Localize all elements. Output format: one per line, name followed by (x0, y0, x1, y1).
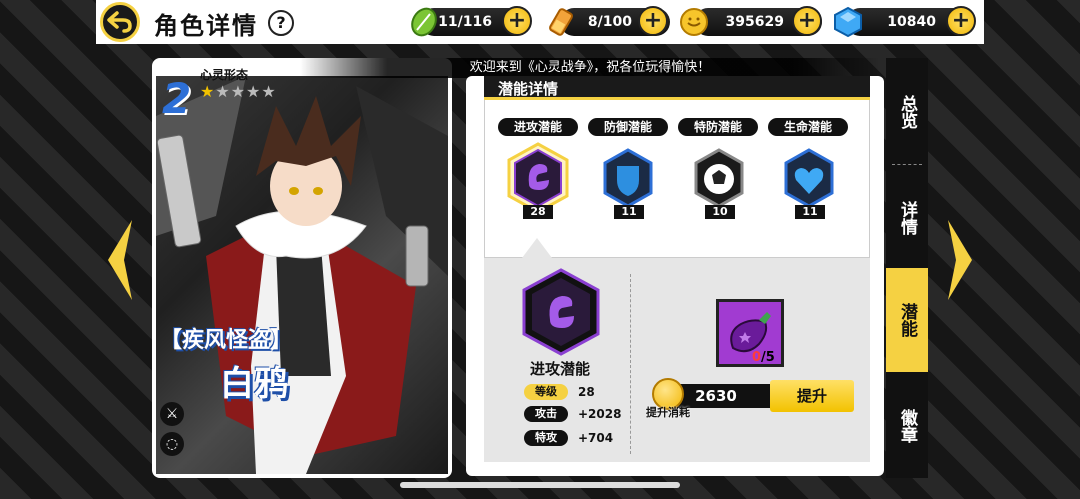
stat-label-level: 等级 (524, 384, 568, 400)
tab-defense-potential[interactable]: 防御潜能 (588, 118, 668, 136)
tab-hp-potential[interactable]: 生命潜能 (768, 118, 848, 136)
form-label: 心灵形态 (200, 68, 249, 82)
diamond-icon (830, 4, 866, 40)
form-stars: ★★★★★ (200, 82, 277, 101)
battery-icon (544, 4, 580, 40)
nav-separator (892, 164, 922, 165)
stamina-value: 11/116 (438, 14, 492, 30)
character-portrait (156, 76, 448, 474)
help-button[interactable]: ? (268, 10, 294, 36)
add-gold-button[interactable]: + (792, 6, 822, 36)
energy-value: 8/100 (587, 14, 632, 30)
sword-icon[interactable]: ⚔ (160, 402, 184, 426)
announcement-marquee: 欢迎来到《心灵战争》，祝各位玩得愉快！ (300, 58, 880, 78)
character-name: 白鸦 (220, 364, 288, 404)
leaf-icon (406, 4, 442, 40)
next-character-arrow-icon[interactable] (946, 220, 976, 300)
nav-overview[interactable]: 总览 (886, 90, 928, 134)
diamond-value: 10840 (887, 14, 936, 30)
swirl-icon[interactable]: ◌ (160, 432, 184, 456)
attack-potential-large-icon (522, 268, 600, 356)
coin-icon (676, 4, 712, 40)
character-star-rank: 2 (162, 74, 192, 123)
detail-divider (630, 274, 631, 454)
cost-label: 提升消耗 (646, 406, 690, 419)
add-diamond-button[interactable]: + (946, 6, 976, 36)
material-need: /5 (761, 350, 775, 365)
home-indicator (400, 482, 680, 488)
material-have: 0 (752, 350, 762, 365)
panel-header: 潜能详情 (484, 76, 870, 100)
add-stamina-button[interactable]: + (502, 6, 532, 36)
tab-attack-potential[interactable]: 进攻潜能 (498, 118, 578, 136)
character-card: 2 心灵形态 ★★★★★ (152, 58, 452, 478)
gold-value: 395629 (725, 14, 784, 30)
page-title: 角色详情 (154, 12, 258, 40)
defense-potential-level: 11 (614, 205, 644, 219)
panel-header-title: 潜能详情 (498, 80, 559, 98)
special-defense-potential-level: 10 (705, 205, 735, 219)
upgrade-button[interactable]: 提升 (770, 380, 854, 412)
character-title: 【疾风怪盗】 (160, 328, 293, 353)
selection-pointer-icon (522, 238, 552, 258)
attack-potential-level: 28 (523, 205, 553, 219)
nav-potential[interactable]: 潜能 (886, 268, 928, 372)
detail-title: 进攻潜能 (530, 360, 591, 378)
tab-special-defense-potential[interactable]: 特防潜能 (678, 118, 758, 136)
stat-value-level: 28 (578, 385, 595, 399)
back-button[interactable] (100, 2, 140, 42)
stat-label-attack: 攻击 (524, 406, 568, 422)
back-arrow-icon (107, 11, 132, 33)
stat-value-attack: +2028 (578, 407, 622, 421)
hp-potential-level: 11 (795, 205, 825, 219)
nav-badge[interactable]: 徽章 (886, 404, 928, 448)
nav-details[interactable]: 详情 (886, 196, 928, 240)
add-energy-button[interactable]: + (638, 6, 668, 36)
stat-label-special-attack: 特攻 (524, 430, 568, 446)
material-count: 0/5 (752, 350, 775, 365)
previous-character-arrow-icon[interactable] (104, 220, 134, 300)
stat-value-special-attack: +704 (578, 431, 614, 445)
